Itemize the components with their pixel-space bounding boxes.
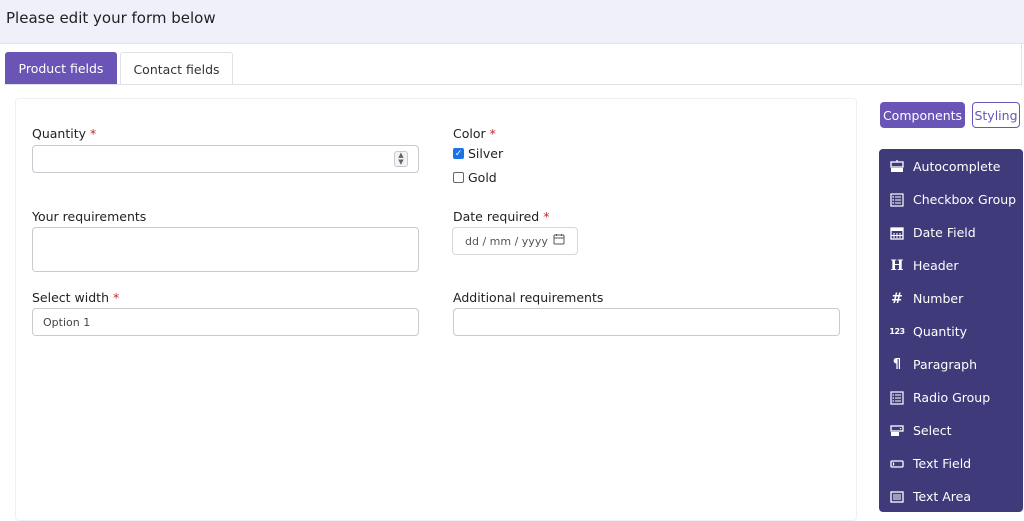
component-select[interactable]: Select — [879, 414, 1023, 447]
component-label: Quantity — [913, 324, 968, 339]
component-label: Date Field — [913, 225, 976, 240]
color-label-text: Color — [453, 126, 486, 141]
color-label: Color * — [453, 126, 496, 141]
color-option-silver[interactable]: ✓ Silver — [453, 146, 503, 161]
tab-contact-fields[interactable]: Contact fields — [120, 52, 233, 85]
requirements-label: Your requirements — [32, 209, 147, 224]
header-icon: H — [890, 257, 904, 274]
quantity-input[interactable]: ▲ ▼ — [32, 145, 419, 173]
component-checkbox-group[interactable]: Checkbox Group — [879, 183, 1023, 216]
date-input[interactable]: dd / mm / yyyy — [452, 227, 578, 255]
checkbox-checked-icon[interactable]: ✓ — [453, 148, 464, 159]
checkbox-icon[interactable] — [453, 172, 464, 183]
quantity-label-text: Quantity — [32, 126, 87, 141]
select-width-dropdown[interactable]: Option 1 — [32, 308, 419, 336]
component-header[interactable]: H Header — [879, 249, 1023, 282]
component-radio-group[interactable]: Radio Group — [879, 381, 1023, 414]
component-quantity[interactable]: 123 Quantity — [879, 315, 1023, 348]
components-panel: Autocomplete Checkbox Group Date Field H… — [879, 149, 1023, 512]
quantity-label: Quantity * — [32, 126, 96, 141]
select-width-label-text: Select width — [32, 290, 109, 305]
component-label: Header — [913, 258, 959, 273]
additional-requirements-input[interactable] — [453, 308, 840, 336]
component-paragraph[interactable]: ¶ Paragraph — [879, 348, 1023, 381]
text-area-icon — [889, 489, 905, 505]
select-icon — [889, 423, 905, 439]
required-mark: * — [112, 290, 120, 305]
component-label: Radio Group — [913, 390, 991, 405]
calendar-icon[interactable] — [553, 233, 565, 245]
quantity-stepper[interactable]: ▲ ▼ — [394, 151, 408, 167]
select-width-label: Select width * — [32, 290, 119, 305]
page-header: Please edit your form below — [0, 0, 1024, 44]
styling-button[interactable]: Styling — [972, 102, 1020, 128]
numbers-icon: 123 — [889, 327, 905, 336]
component-label: Text Field — [913, 456, 972, 471]
date-required-label-text: Date required — [453, 209, 540, 224]
components-button[interactable]: Components — [880, 102, 965, 128]
component-label: Text Area — [913, 489, 972, 504]
hash-icon: # — [891, 290, 903, 307]
component-autocomplete[interactable]: Autocomplete — [879, 150, 1023, 183]
color-option-gold[interactable]: Gold — [453, 170, 497, 185]
page-title: Please edit your form below — [6, 9, 216, 27]
component-label: Paragraph — [913, 357, 978, 372]
component-label: Checkbox Group — [913, 192, 1017, 207]
component-number[interactable]: # Number — [879, 282, 1023, 315]
component-label: Number — [913, 291, 964, 306]
tab-bar: Product fields Contact fields — [0, 44, 1024, 86]
checkbox-group-icon — [889, 192, 905, 208]
required-mark: * — [543, 209, 550, 224]
color-option-label: Gold — [468, 170, 497, 185]
requirements-textarea[interactable] — [32, 227, 419, 272]
calendar-icon — [889, 225, 905, 241]
component-label: Autocomplete — [913, 159, 1001, 174]
additional-requirements-label: Additional requirements — [453, 290, 604, 305]
text-field-icon — [889, 456, 905, 472]
component-date-field[interactable]: Date Field — [879, 216, 1023, 249]
frame-edge — [1021, 44, 1022, 86]
pilcrow-icon: ¶ — [892, 357, 902, 372]
component-text-field[interactable]: Text Field — [879, 447, 1023, 480]
required-mark: * — [90, 126, 97, 141]
required-mark: * — [489, 126, 496, 141]
component-text-area[interactable]: Text Area — [879, 480, 1023, 513]
tab-product-fields[interactable]: Product fields — [5, 52, 117, 85]
select-width-value: Option 1 — [43, 316, 91, 329]
date-placeholder: dd / mm / yyyy — [465, 235, 548, 248]
autocomplete-icon — [889, 159, 905, 175]
tab-divider — [4, 84, 1022, 85]
component-label: Select — [913, 423, 952, 438]
color-option-label: Silver — [468, 146, 504, 161]
date-required-label: Date required * — [453, 209, 549, 224]
radio-group-icon — [889, 390, 905, 406]
